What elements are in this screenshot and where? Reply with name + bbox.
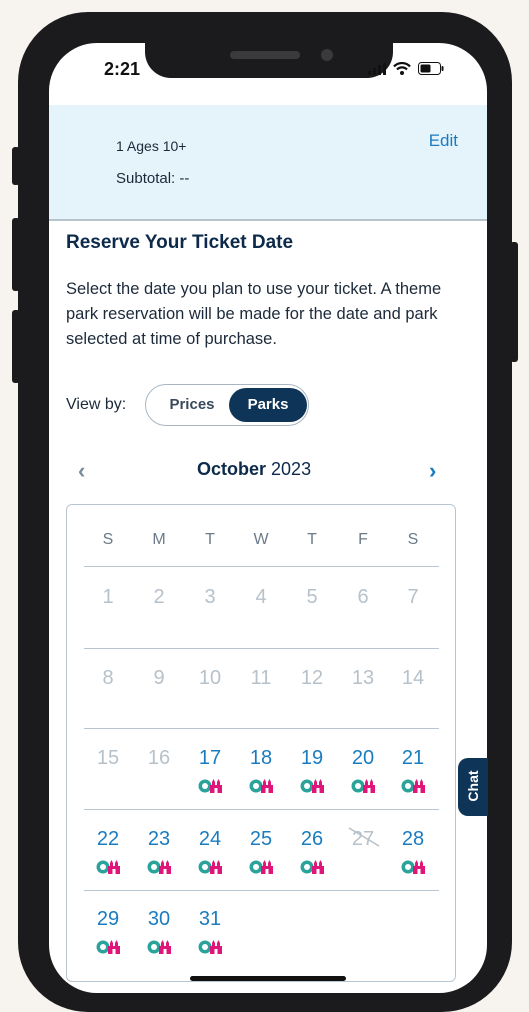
chat-label: Chat (465, 770, 481, 802)
calendar-day-6: 6 (357, 586, 369, 608)
calendar-day-23[interactable]: 23 (139, 828, 179, 851)
park-availability-icon (198, 860, 222, 874)
signal-icon (368, 62, 386, 75)
calendar-day-1: 1 (102, 586, 114, 608)
view-by-label: View by: (66, 396, 127, 413)
calendar-day-11: 11 (250, 667, 272, 689)
calendar-day-8: 8 (102, 667, 114, 689)
calendar-day-20[interactable]: 20 (343, 747, 383, 770)
calendar-day-16: 16 (147, 747, 171, 769)
calendar-row-divider (84, 728, 439, 729)
calendar-day-17[interactable]: 17 (190, 747, 230, 770)
home-indicator (190, 976, 346, 981)
chat-button[interactable]: Chat (458, 758, 488, 816)
view-option-prices[interactable]: Prices (156, 385, 228, 425)
calendar-day-29[interactable]: 29 (88, 908, 128, 931)
calendar-day-26[interactable]: 26 (292, 828, 332, 851)
park-availability-icon (249, 860, 273, 874)
weekday-header: S (102, 531, 114, 548)
description: Select the date you plan to use your tic… (66, 280, 442, 348)
calendar-row-divider (84, 648, 439, 649)
chevron-right-icon[interactable]: › (429, 458, 436, 484)
month-year: 2023 (271, 459, 312, 479)
calendar-day-9: 9 (153, 667, 165, 689)
calendar-row-divider (84, 890, 439, 891)
park-availability-icon (351, 779, 375, 793)
status-time: 2:21 (104, 59, 141, 79)
calendar-day-18[interactable]: 18 (241, 747, 281, 770)
month-title: October 2023 (197, 459, 311, 480)
calendar-day-15: 15 (96, 747, 120, 769)
weekday-header: F (358, 531, 368, 548)
calendar-day-7: 7 (407, 586, 419, 608)
park-availability-icon (401, 779, 425, 793)
calendar-day-12: 12 (300, 667, 324, 689)
park-availability-icon (401, 860, 425, 874)
park-availability-icon (198, 940, 222, 954)
park-availability-icon (147, 860, 171, 874)
calendar-day-28[interactable]: 28 (393, 828, 433, 851)
edit-link[interactable]: Edit (429, 131, 458, 151)
park-availability-icon (96, 940, 120, 954)
calendar-row-divider (84, 566, 439, 567)
calendar-day-10: 10 (198, 667, 222, 689)
calendar-day-14: 14 (401, 667, 425, 689)
calendar-day-5: 5 (306, 586, 318, 608)
notch (145, 43, 393, 78)
park-availability-icon (300, 860, 324, 874)
month-name: October (197, 459, 267, 479)
park-availability-icon (300, 779, 324, 793)
park-availability-icon (96, 860, 120, 874)
weekday-header: T (307, 531, 317, 548)
weekday-header: T (205, 531, 215, 548)
sold-out-strike-icon (348, 827, 380, 847)
chevron-left-icon[interactable]: ‹ (78, 458, 85, 484)
calendar-day-21[interactable]: 21 (393, 747, 433, 770)
wifi-icon (393, 62, 411, 75)
calendar-day-3: 3 (204, 586, 216, 608)
page-title: Reserve Your Ticket Date (66, 232, 294, 253)
battery-icon (418, 62, 444, 75)
park-availability-icon (198, 779, 222, 793)
subtotal: Subtotal: -- (116, 170, 190, 187)
calendar-day-25[interactable]: 25 (241, 828, 281, 851)
park-availability-icon (249, 779, 273, 793)
calendar-day-13: 13 (351, 667, 375, 689)
calendar-day-2: 2 (153, 586, 165, 608)
weekday-header: M (152, 531, 166, 548)
calendar-day-4: 4 (255, 586, 267, 608)
view-toggle: Prices Parks (145, 384, 309, 426)
weekday-header: S (407, 531, 419, 548)
status-icons (368, 62, 444, 75)
calendar-row-divider (84, 809, 439, 810)
calendar-day-30[interactable]: 30 (139, 908, 179, 931)
camera (321, 49, 333, 61)
park-availability-icon (147, 940, 171, 954)
calendar-day-31[interactable]: 31 (190, 908, 230, 931)
view-option-parks[interactable]: Parks (229, 388, 307, 422)
weekday-header: W (253, 531, 269, 548)
calendar-day-24[interactable]: 24 (190, 828, 230, 851)
calendar-day-22[interactable]: 22 (88, 828, 128, 851)
speaker (230, 51, 300, 59)
ticket-line: 1 Ages 10+ (116, 138, 187, 154)
calendar-day-19[interactable]: 19 (292, 747, 332, 770)
order-summary: 1 Ages 10+ Subtotal: -- Edit (49, 105, 487, 221)
